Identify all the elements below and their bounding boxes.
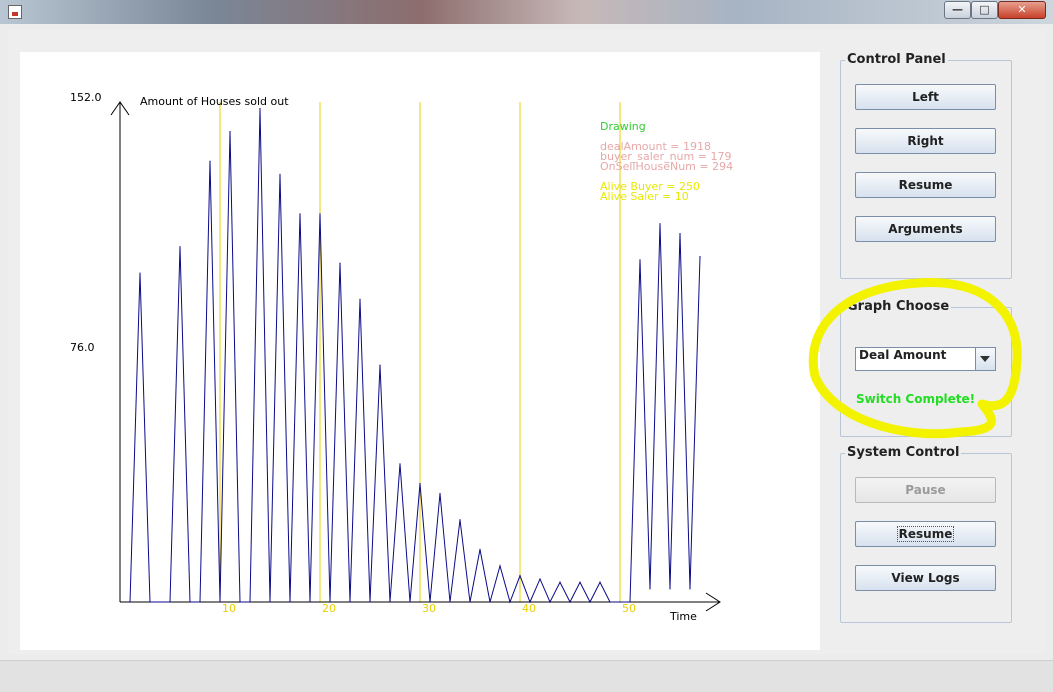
highlight-annotation bbox=[808, 278, 1022, 439]
